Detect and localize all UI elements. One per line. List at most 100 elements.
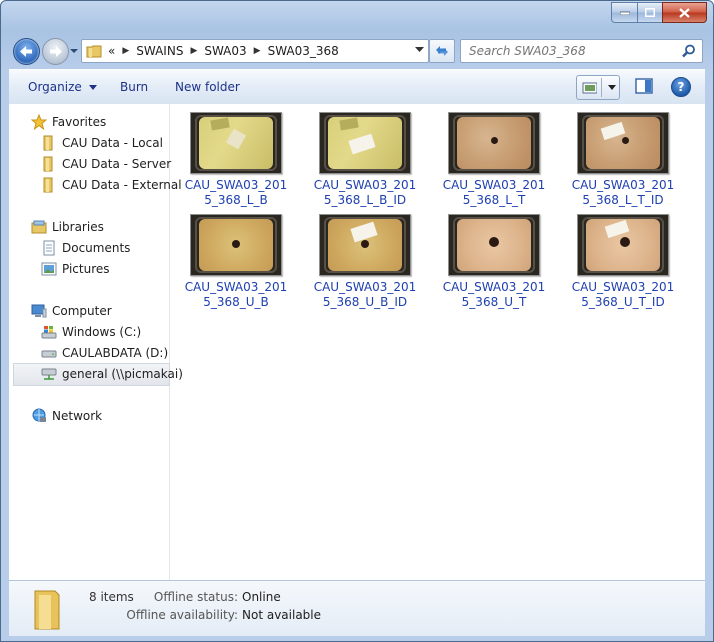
file-name-line2: 5_368_L_B [204, 193, 268, 207]
offline-availability-label: Offline availability: [126, 608, 238, 622]
file-name-line2: 5_368_U_B [203, 295, 269, 309]
content-area: Favorites CAU Data - Local CAU Data - Se… [9, 104, 705, 580]
nav-favorites[interactable]: Favorites [31, 114, 106, 130]
file-item[interactable]: CAU_SWA03_201 5_368_L_B [181, 112, 291, 208]
navigation-bar: « ▶ SWAINS ▶ SWA03 ▶ SWA03_368 [1, 31, 713, 67]
file-item[interactable]: CAU_SWA03_201 5_368_U_B_ID [310, 214, 420, 310]
caption-buttons [611, 2, 707, 23]
image-thumbnail [448, 112, 540, 174]
nav-item-label: CAULABDATA (D:) [62, 346, 169, 360]
maximize-button[interactable] [637, 2, 662, 23]
network-drive-icon [41, 368, 57, 380]
file-name-line1: CAU_SWA03_201 [442, 280, 546, 294]
file-name-line1: CAU_SWA03_201 [571, 280, 675, 294]
file-name-line2: 5_368_L_T_ID [582, 193, 664, 207]
nav-item-label: Documents [62, 241, 131, 255]
windows-drive-icon [41, 326, 57, 339]
file-item[interactable]: CAU_SWA03_201 5_368_L_B_ID [310, 112, 420, 208]
file-name-line1: CAU_SWA03_201 [442, 178, 546, 192]
file-item[interactable]: CAU_SWA03_201 5_368_U_T_ID [568, 214, 678, 310]
nav-favorites-label: Favorites [52, 115, 107, 129]
back-button[interactable] [13, 38, 40, 65]
nav-drive-c[interactable]: Windows (C:) [41, 324, 141, 340]
new-folder-button[interactable]: New folder [175, 80, 240, 94]
chevron-right-icon[interactable]: ▶ [122, 46, 129, 56]
maximize-icon [645, 8, 655, 17]
file-name-line1: CAU_SWA03_201 [571, 178, 675, 192]
file-item[interactable]: CAU_SWA03_201 5_368_L_T [439, 112, 549, 208]
nav-cau-data-local[interactable]: CAU Data - Local [41, 135, 163, 151]
offline-status-value: Online [242, 590, 281, 604]
file-name-line1: CAU_SWA03_201 [184, 280, 288, 294]
nav-cau-data-external[interactable]: CAU Data - External [41, 177, 182, 193]
view-icon [582, 82, 598, 93]
address-dropdown-icon[interactable] [415, 47, 424, 53]
file-name-line2: 5_368_L_B_ID [323, 193, 407, 207]
libraries-icon [31, 220, 47, 234]
recent-pages-dropdown-icon[interactable] [69, 47, 79, 55]
file-name-line1: CAU_SWA03_201 [313, 280, 417, 294]
image-thumbnail [577, 214, 669, 276]
minimize-icon [619, 11, 630, 15]
file-name-line1: CAU_SWA03_201 [184, 178, 288, 192]
close-button[interactable] [662, 2, 707, 23]
search-input[interactable] [467, 43, 671, 59]
breadcrumb-swa03[interactable]: SWA03 [204, 44, 246, 58]
organize-menu[interactable]: Organize [28, 80, 97, 94]
nav-network-drive[interactable]: general (\\picmakai) [41, 366, 183, 382]
nav-pictures[interactable]: Pictures [41, 261, 110, 277]
nav-item-label: Pictures [62, 262, 110, 276]
change-view-button[interactable] [576, 75, 620, 100]
minimize-button[interactable] [611, 2, 637, 23]
image-thumbnail [448, 214, 540, 276]
nav-item-label: CAU Data - Local [62, 136, 163, 150]
forward-button[interactable] [42, 38, 69, 65]
nav-network-label: Network [52, 409, 103, 423]
image-thumbnail [577, 112, 669, 174]
chevron-right-icon[interactable]: ▶ [190, 46, 197, 56]
burn-button[interactable]: Burn [120, 80, 148, 94]
preview-pane-icon[interactable] [635, 78, 653, 94]
refresh-icon [436, 46, 448, 56]
nav-documents[interactable]: Documents [41, 240, 130, 256]
details-pane: 8 items Offline status: Online Offline a… [9, 580, 705, 636]
nav-network[interactable]: Network [31, 408, 102, 424]
image-thumbnail [190, 214, 282, 276]
file-item[interactable]: CAU_SWA03_201 5_368_U_T [439, 214, 549, 310]
forward-arrow-icon [50, 46, 62, 57]
folder-icon [34, 590, 60, 630]
file-name-line2: 5_368_U_T [461, 295, 527, 309]
nav-item-label: Windows (C:) [62, 325, 142, 339]
nav-libraries[interactable]: Libraries [31, 219, 104, 235]
more-options-icon[interactable] [607, 84, 619, 91]
explorer-window: « ▶ SWAINS ▶ SWA03 ▶ SWA03_368 Organize … [0, 0, 714, 642]
nav-computer-label: Computer [52, 304, 112, 318]
file-list: CAU_SWA03_201 5_368_L_B CAU_SWA03_201 5_36… [170, 104, 705, 580]
breadcrumb-overflow[interactable]: « [108, 44, 115, 58]
computer-icon [31, 304, 47, 318]
breadcrumb-swa03-368[interactable]: SWA03_368 [268, 44, 339, 58]
pictures-icon [41, 262, 57, 276]
network-icon [32, 408, 46, 422]
refresh-button[interactable] [429, 39, 455, 63]
close-icon [679, 7, 690, 18]
breadcrumb-swains[interactable]: SWAINS [136, 44, 183, 58]
file-item[interactable]: CAU_SWA03_201 5_368_U_B [181, 214, 291, 310]
address-bar[interactable]: « ▶ SWAINS ▶ SWA03 ▶ SWA03_368 [81, 39, 429, 63]
folder-icon [43, 135, 53, 151]
chevron-right-icon[interactable]: ▶ [254, 46, 261, 56]
help-button[interactable]: ? [671, 77, 691, 97]
search-icon[interactable] [682, 44, 696, 58]
file-item[interactable]: CAU_SWA03_201 5_368_L_T_ID [568, 112, 678, 208]
nav-cau-data-server[interactable]: CAU Data - Server [41, 156, 171, 172]
nav-item-label: general (\\picmakai) [62, 367, 183, 381]
file-name-line1: CAU_SWA03_201 [313, 178, 417, 192]
folder-icon [43, 156, 53, 172]
search-box[interactable] [460, 39, 703, 63]
file-name-line2: 5_368_U_T_ID [581, 295, 665, 309]
star-icon [31, 114, 47, 130]
nav-drive-d[interactable]: CAULABDATA (D:) [41, 345, 168, 361]
nav-computer[interactable]: Computer [31, 303, 112, 319]
folder-icon [43, 177, 53, 193]
documents-icon [43, 240, 55, 256]
